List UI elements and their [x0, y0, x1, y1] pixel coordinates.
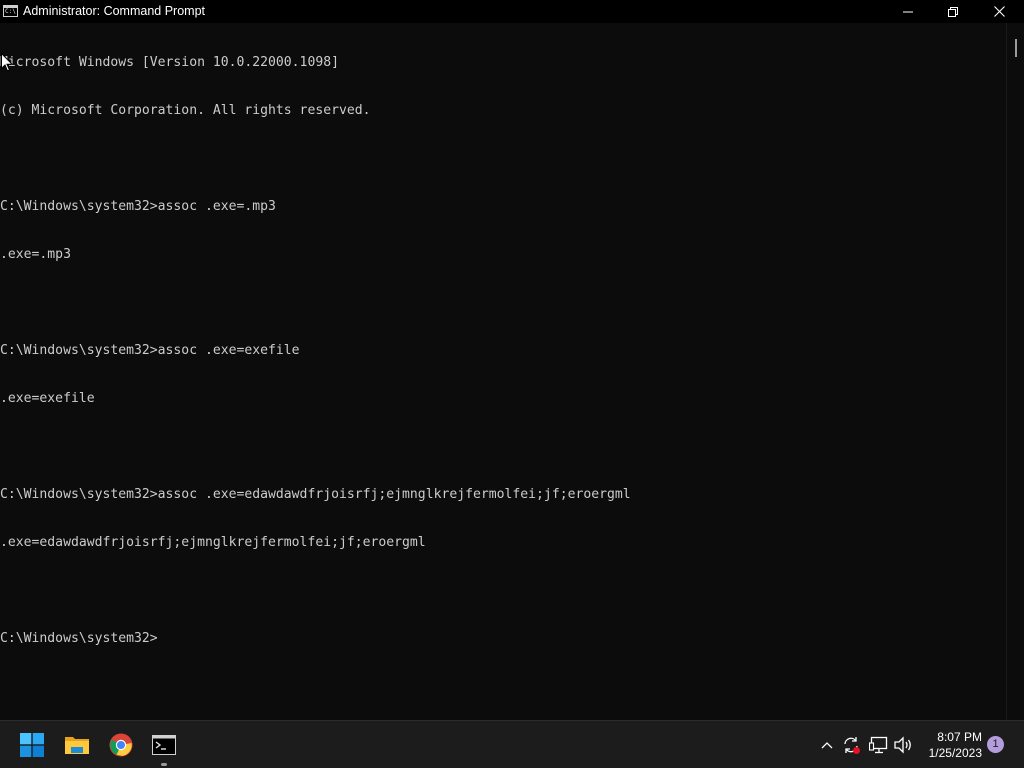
scrollbar-thumb[interactable] — [1015, 39, 1017, 57]
console-output[interactable]: Microsoft Windows [Version 10.0.22000.10… — [0, 23, 1006, 720]
close-button[interactable] — [976, 0, 1022, 23]
taskbar-file-explorer[interactable] — [57, 729, 97, 761]
folder-icon — [65, 737, 89, 754]
console-line: .exe=exefile — [0, 391, 95, 406]
console-line: .exe=.mp3 — [0, 247, 71, 262]
windows-start-icon — [20, 733, 44, 757]
console-line: .exe=edawdawdfrjoisrfj;ejmnglkrejfermolf… — [0, 535, 426, 550]
console-line: C:\Windows\system32>assoc .exe=edawdawdf… — [0, 487, 631, 502]
console-line: C:\Windows\system32>assoc .exe=.mp3 — [0, 199, 276, 214]
minimize-button[interactable] — [885, 0, 931, 23]
cmd-icon — [152, 735, 176, 755]
tray-volume[interactable] — [892, 733, 914, 757]
close-icon — [993, 6, 1005, 17]
console-line: Microsoft Windows [Version 10.0.22000.10… — [0, 55, 339, 70]
maximize-button[interactable] — [930, 0, 976, 23]
window-title: Administrator: Command Prompt — [23, 4, 206, 18]
console-line: C:\Windows\system32>assoc .exe=exefile — [0, 343, 300, 358]
cmd-window-icon: C:\ — [3, 5, 18, 17]
mouse-pointer-icon — [1, 53, 13, 72]
volume-icon — [894, 736, 911, 754]
start-button[interactable] — [12, 729, 52, 761]
clock-date: 1/25/2023 — [928, 746, 982, 760]
command-prompt-window: C:\ Administrator: Command Prompt Micros… — [0, 0, 1024, 720]
tray-display[interactable] — [868, 733, 890, 757]
active-app-indicator — [161, 763, 167, 766]
notification-badge[interactable]: 1 — [987, 736, 1004, 753]
minimize-icon — [903, 11, 913, 12]
console-prompt-line[interactable]: C:\Windows\system32> — [0, 631, 1006, 647]
sync-icon — [844, 737, 860, 754]
tray-sync-status[interactable] — [840, 733, 862, 757]
taskbar: 8:07 PM 1/25/2023 — [0, 720, 1024, 768]
clock-time: 8:07 PM — [937, 730, 982, 744]
taskbar-chrome[interactable] — [101, 729, 141, 761]
console-line: (c) Microsoft Corporation. All rights re… — [0, 103, 371, 118]
title-bar[interactable]: C:\ Administrator: Command Prompt — [0, 0, 1024, 23]
taskbar-clock[interactable]: 8:07 PM 1/25/2023 — [918, 729, 982, 761]
display-icon — [869, 736, 888, 754]
chevron-up-icon — [821, 742, 833, 749]
vertical-scrollbar[interactable] — [1006, 23, 1024, 720]
show-hidden-icons-button[interactable] — [816, 733, 838, 757]
taskbar-command-prompt[interactable] — [144, 729, 184, 761]
chrome-icon — [109, 733, 133, 757]
restore-icon — [948, 6, 958, 17]
